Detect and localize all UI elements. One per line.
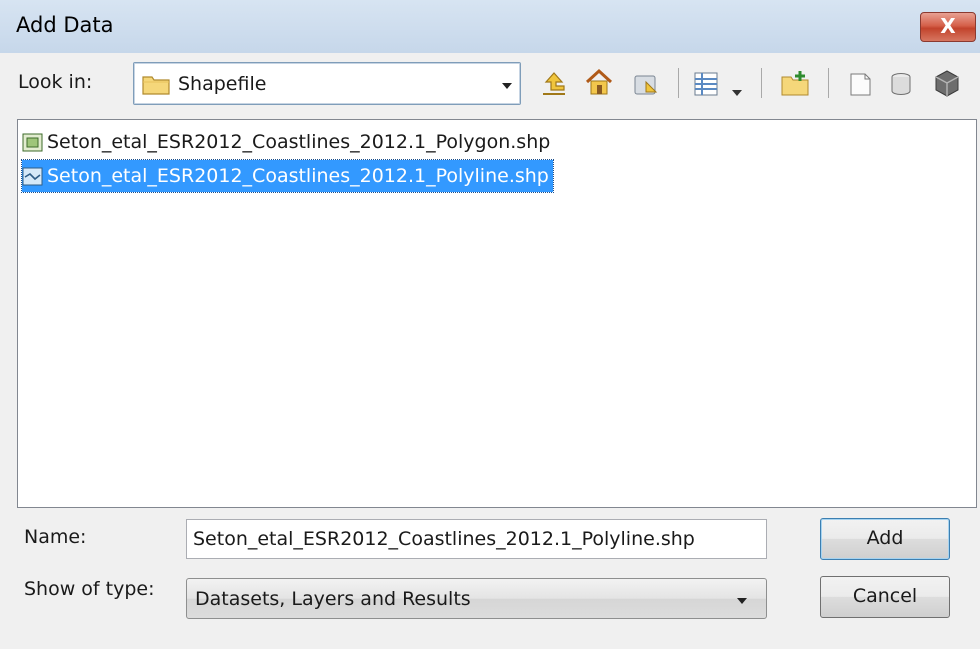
file-name: Seton_etal_ESR2012_Coastlines_2012.1_Pol… (47, 165, 549, 187)
title-bar[interactable]: Add Data X (0, 0, 980, 53)
new-database-icon[interactable] (888, 70, 916, 103)
toolbar-separator (761, 68, 762, 98)
dialog-title: Add Data (16, 13, 114, 37)
toolbar-separator (828, 68, 829, 98)
folder-icon (142, 73, 170, 100)
new-file-icon[interactable] (846, 70, 874, 103)
file-list[interactable]: Seton_etal_ESR2012_Coastlines_2012.1_Pol… (17, 119, 977, 508)
up-one-level-icon[interactable] (540, 70, 568, 103)
home-icon[interactable] (584, 68, 614, 103)
add-button[interactable]: Add (820, 518, 950, 560)
connect-folder-icon[interactable] (632, 70, 660, 103)
name-label: Name: (24, 526, 87, 548)
new-folder-icon[interactable] (780, 68, 812, 103)
cancel-button[interactable]: Cancel (820, 576, 950, 618)
close-button[interactable]: X (920, 12, 976, 42)
look-in-label: Look in: (18, 71, 93, 93)
chevron-down-icon (737, 598, 747, 604)
view-menu-icon[interactable] (692, 70, 720, 103)
new-dataset-icon[interactable] (932, 68, 962, 103)
look-in-dropdown[interactable]: Shapefile (133, 62, 521, 105)
show-of-type-label: Show of type: (24, 578, 155, 600)
name-field[interactable]: Seton_etal_ESR2012_Coastlines_2012.1_Pol… (186, 519, 767, 559)
show-of-type-value: Datasets, Layers and Results (195, 588, 471, 610)
look-in-value: Shapefile (178, 73, 267, 95)
view-dropdown-icon[interactable] (731, 80, 743, 102)
show-of-type-dropdown[interactable]: Datasets, Layers and Results (186, 578, 767, 619)
polygon-shapefile-icon (22, 133, 43, 152)
polyline-shapefile-icon (22, 167, 43, 186)
list-item[interactable]: Seton_etal_ESR2012_Coastlines_2012.1_Pol… (22, 126, 554, 158)
chevron-down-icon (502, 83, 512, 89)
toolbar-separator (678, 68, 679, 98)
list-item[interactable]: Seton_etal_ESR2012_Coastlines_2012.1_Pol… (21, 159, 554, 193)
add-data-dialog: Add Data X Look in: Shapefile Seton_etal… (0, 0, 980, 649)
file-name: Seton_etal_ESR2012_Coastlines_2012.1_Pol… (47, 131, 551, 153)
